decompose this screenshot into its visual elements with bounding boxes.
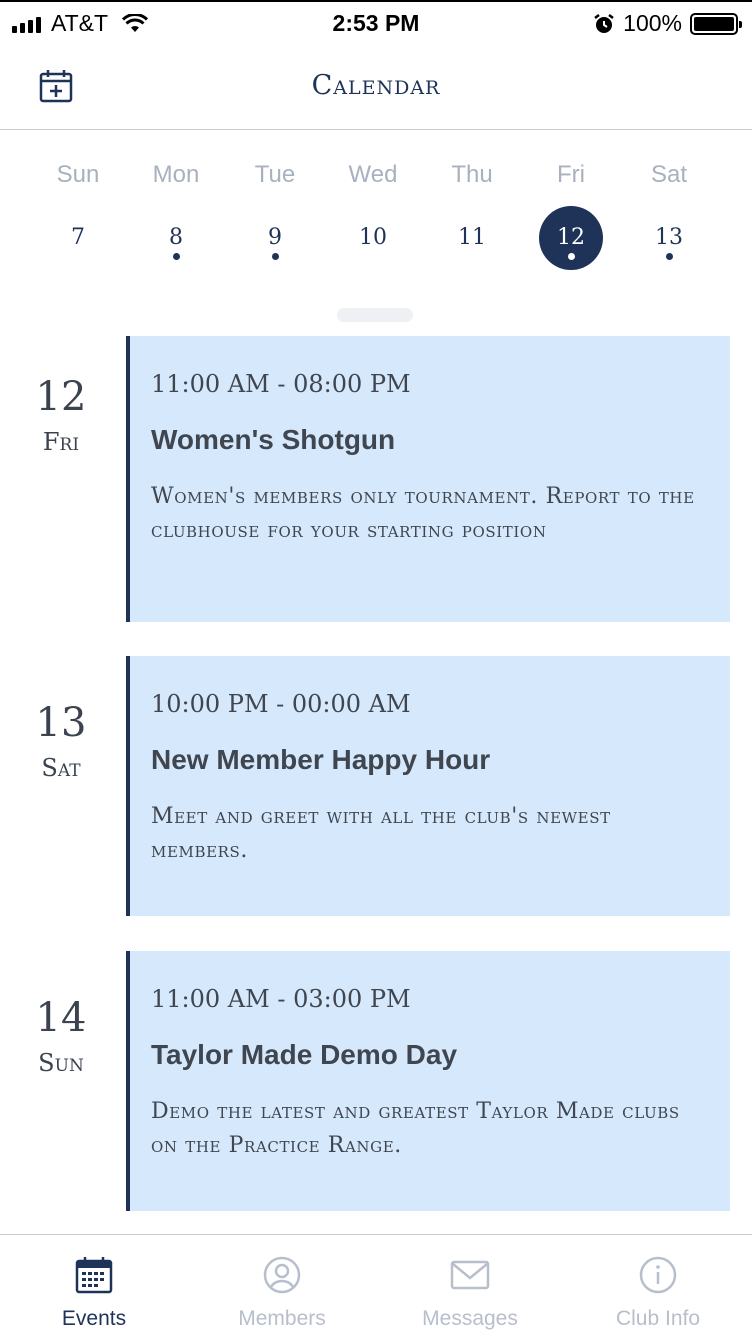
event-day-name: Fri bbox=[42, 428, 80, 456]
event-description: Women's members only tournament. Report … bbox=[151, 484, 695, 543]
tab-label: Members bbox=[238, 1307, 326, 1330]
drag-handle[interactable] bbox=[337, 308, 413, 322]
event-description: Demo the latest and greatest Taylor Made… bbox=[151, 1099, 680, 1158]
day-name: Wed bbox=[348, 161, 398, 188]
day-number: 11 bbox=[458, 225, 486, 250]
day-number-cell: 10 bbox=[341, 206, 405, 270]
day-name: Tue bbox=[254, 161, 296, 188]
day-fri[interactable]: Fri 12 bbox=[522, 150, 620, 270]
event-title: New Member Happy Hour bbox=[151, 744, 491, 775]
tab-members[interactable]: Members bbox=[188, 1235, 376, 1336]
tab-label: Club Info bbox=[615, 1307, 701, 1330]
day-number: 13 bbox=[655, 225, 683, 250]
event-indicator-dot bbox=[567, 253, 575, 260]
event-description: Meet and greet with all the club's newes… bbox=[151, 804, 611, 863]
day-number-cell: 11 bbox=[440, 206, 504, 270]
event-item[interactable]: 13 Sat 10:00 PM - 00:00 AM New Member Ha… bbox=[0, 656, 752, 916]
battery-icon bbox=[690, 12, 742, 35]
event-day-number: 14 bbox=[35, 995, 87, 1041]
event-time: 11:00 AM - 03:00 PM bbox=[151, 985, 411, 1013]
day-number-cell: 9 bbox=[243, 206, 307, 270]
tab-messages[interactable]: Messages bbox=[376, 1235, 564, 1336]
day-number: 7 bbox=[71, 225, 85, 250]
info-circle-icon bbox=[639, 1256, 677, 1294]
event-day-number: 12 bbox=[35, 374, 87, 420]
week-strip: Sun 7 Mon 8 Tue 9 Wed 10 Thu 11 Fri 12 S… bbox=[0, 150, 752, 280]
event-card[interactable]: 11:00 AM - 08:00 PM Women's Shotgun Wome… bbox=[126, 336, 730, 622]
tab-label: Events bbox=[61, 1307, 127, 1330]
event-indicator-dot bbox=[665, 253, 673, 260]
calendar-icon bbox=[75, 1257, 113, 1294]
tab-label: Messages bbox=[422, 1307, 518, 1330]
day-number: 8 bbox=[169, 225, 183, 250]
day-number: 12 bbox=[557, 225, 585, 250]
day-number-cell: 7 bbox=[46, 206, 110, 270]
day-tue[interactable]: Tue 9 bbox=[226, 150, 324, 270]
event-time: 10:00 PM - 00:00 AM bbox=[151, 690, 411, 718]
tab-club-info[interactable]: Club Info bbox=[564, 1235, 752, 1336]
envelope-icon bbox=[450, 1260, 490, 1290]
day-sat[interactable]: Sat 13 bbox=[620, 150, 718, 270]
page-title: Calendar bbox=[311, 70, 441, 101]
day-name: Mon bbox=[152, 161, 200, 188]
day-name: Thu bbox=[451, 161, 493, 188]
day-name: Sun bbox=[56, 161, 100, 188]
day-name: Sat bbox=[650, 161, 688, 188]
day-name: Fri bbox=[557, 161, 585, 188]
event-time: 11:00 AM - 08:00 PM bbox=[151, 370, 411, 398]
event-indicator-dot bbox=[271, 253, 279, 260]
day-number-cell: 12 bbox=[539, 206, 603, 270]
event-indicator-dot bbox=[172, 253, 180, 260]
event-item[interactable]: 12 Fri 11:00 AM - 08:00 PM Women's Shotg… bbox=[0, 336, 752, 622]
event-item[interactable]: 14 Sun 11:00 AM - 03:00 PM Taylor Made D… bbox=[0, 951, 752, 1211]
event-day-name: Sat bbox=[41, 754, 81, 782]
event-date: 12 Fri bbox=[0, 374, 122, 456]
day-number: 10 bbox=[359, 225, 387, 250]
status-bar: AT&T 2:53 PM 100% bbox=[0, 0, 752, 44]
day-number-cell: 13 bbox=[637, 206, 701, 270]
event-date: 14 Sun bbox=[0, 995, 122, 1077]
event-title: Taylor Made Demo Day bbox=[151, 1039, 458, 1070]
header: Calendar bbox=[0, 44, 752, 130]
event-date: 13 Sat bbox=[0, 700, 122, 782]
day-wed[interactable]: Wed 10 bbox=[324, 150, 422, 270]
user-circle-icon bbox=[263, 1256, 301, 1294]
battery-percent: 100% bbox=[623, 10, 682, 36]
event-day-name: Sun bbox=[38, 1049, 84, 1077]
day-number: 9 bbox=[268, 225, 282, 250]
event-card[interactable]: 10:00 PM - 00:00 AM New Member Happy Hou… bbox=[126, 656, 730, 916]
day-thu[interactable]: Thu 11 bbox=[423, 150, 521, 270]
tab-events[interactable]: Events bbox=[0, 1235, 188, 1336]
day-mon[interactable]: Mon 8 bbox=[127, 150, 225, 270]
event-day-number: 13 bbox=[35, 700, 87, 746]
alarm-icon bbox=[594, 13, 614, 33]
day-number-cell: 8 bbox=[144, 206, 208, 270]
status-right: 100% bbox=[593, 10, 742, 37]
event-card[interactable]: 11:00 AM - 03:00 PM Taylor Made Demo Day… bbox=[126, 951, 730, 1211]
tab-bar: Events Members Messages Club Info bbox=[0, 1234, 752, 1336]
day-sun[interactable]: Sun 7 bbox=[29, 150, 127, 270]
event-title: Women's Shotgun bbox=[151, 424, 396, 455]
